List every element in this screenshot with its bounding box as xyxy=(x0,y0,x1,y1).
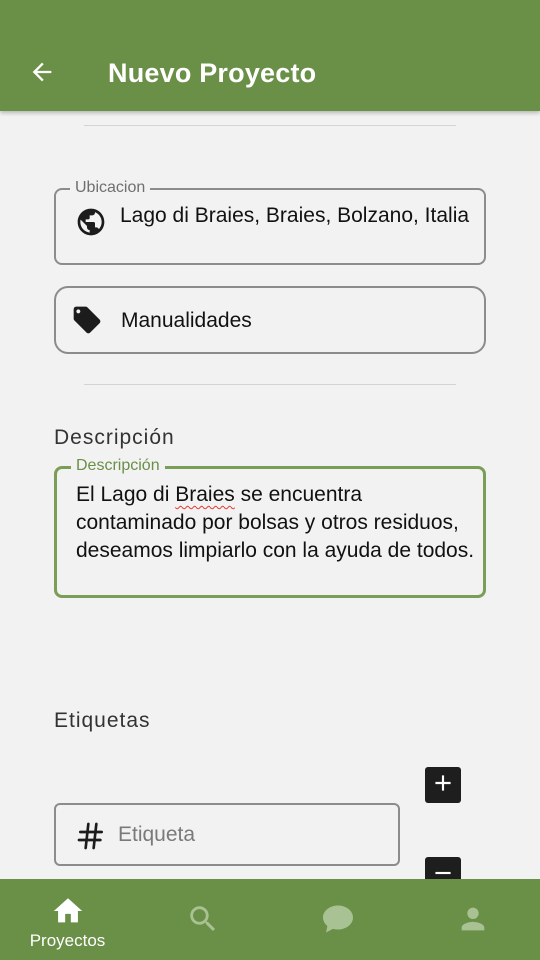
divider xyxy=(84,125,456,126)
misspelled-word[interactable]: Braies xyxy=(175,483,235,506)
nav-item-search[interactable] xyxy=(135,879,270,960)
arrow-left-icon xyxy=(28,58,56,91)
home-icon xyxy=(51,895,85,927)
globe-icon xyxy=(75,206,107,238)
location-label: Ubicacion xyxy=(70,178,151,198)
location-field[interactable]: Ubicacion Lago di Braies, Braies, Bolzan… xyxy=(54,178,486,265)
search-icon xyxy=(186,903,220,935)
hash-icon xyxy=(74,819,108,853)
nav-item-proyectos[interactable]: Proyectos xyxy=(0,879,135,960)
plus-icon xyxy=(430,770,456,801)
tags-section-title: Etiquetas xyxy=(54,709,151,732)
description-section-title: Descripción xyxy=(54,426,175,449)
description-label: Descripción xyxy=(71,456,165,476)
chat-icon xyxy=(320,903,356,935)
divider xyxy=(84,384,456,385)
person-icon xyxy=(456,903,490,935)
category-value: Manualidades xyxy=(121,309,252,332)
bottom-navigation: Proyectos xyxy=(0,879,540,960)
back-button[interactable] xyxy=(26,58,58,90)
add-tag-button[interactable] xyxy=(425,767,461,803)
description-text: El Lago di Braies se encuentra contamina… xyxy=(76,481,476,565)
page-title: Nuevo Proyecto xyxy=(108,58,317,88)
tag-input[interactable] xyxy=(118,819,378,851)
app-bar: Nuevo Proyecto xyxy=(0,0,540,111)
tag-icon xyxy=(71,304,103,336)
nav-item-chat[interactable] xyxy=(270,879,405,960)
nav-item-profile[interactable] xyxy=(405,879,540,960)
description-text-start: El Lago di xyxy=(76,483,176,506)
tag-input-field[interactable] xyxy=(54,803,400,866)
location-value: Lago di Braies, Braies, Bolzano, Italia xyxy=(120,204,470,227)
category-field[interactable]: Manualidades xyxy=(54,286,486,354)
description-textarea[interactable]: Descripción El Lago di Braies se encuent… xyxy=(54,456,486,598)
nav-label-proyectos: Proyectos xyxy=(29,931,106,950)
